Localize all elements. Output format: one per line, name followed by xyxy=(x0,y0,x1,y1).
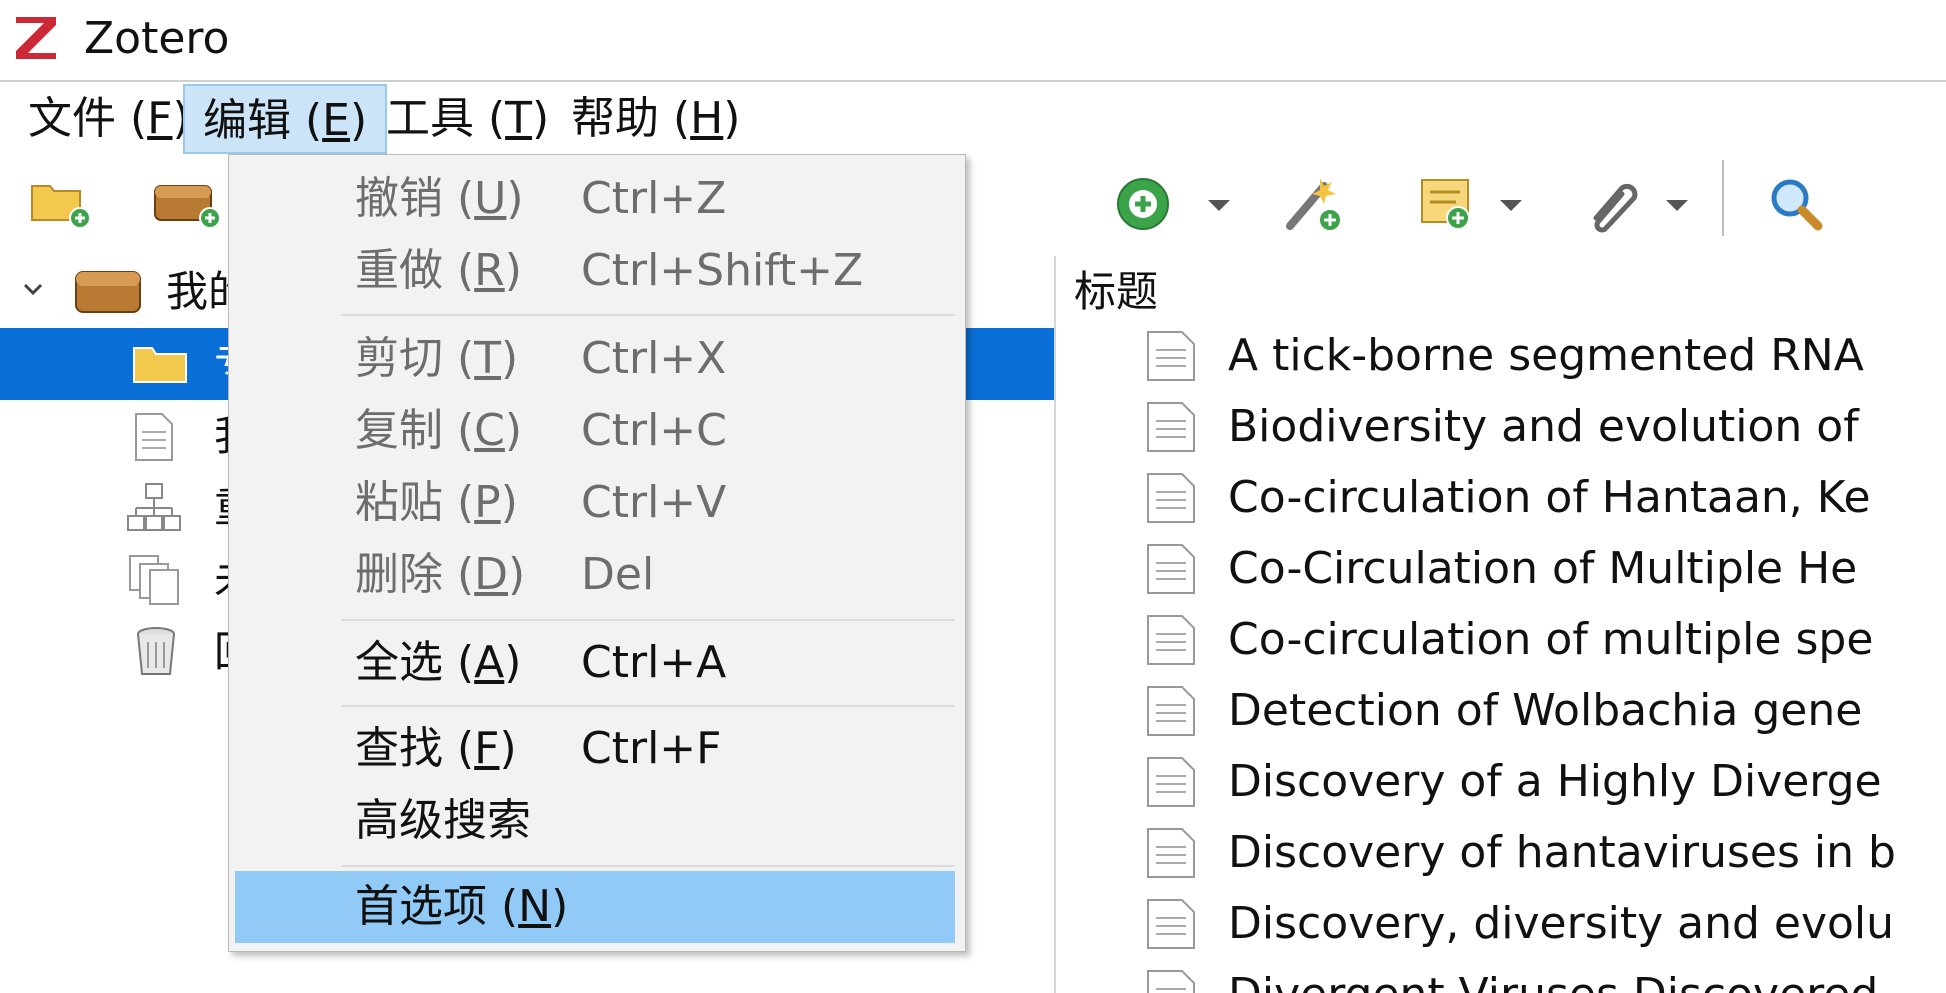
item-title: Discovery of hantaviruses in b xyxy=(1228,827,1896,878)
item-title: Co-circulation of Hantaan, Ke xyxy=(1228,472,1871,523)
attachment-dropdown-icon[interactable] xyxy=(1666,200,1688,211)
duplicates-tree-icon xyxy=(127,483,181,531)
table-row[interactable]: Discovery of hantaviruses in b xyxy=(1058,817,1946,888)
document-icon xyxy=(1147,686,1195,736)
table-row[interactable]: Discovery, diversity and evolu xyxy=(1058,888,1946,959)
new-note-icon[interactable] xyxy=(1418,174,1482,234)
item-title: Co-Circulation of Multiple He xyxy=(1228,543,1858,594)
menu-item-copy[interactable]: 复制 (C) Ctrl+C xyxy=(229,395,965,467)
table-row[interactable]: Discovery of a Highly Diverge xyxy=(1058,746,1946,817)
document-icon xyxy=(1147,473,1195,523)
menu-item-cut[interactable]: 剪切 (T) Ctrl+X xyxy=(229,323,965,395)
item-title: Detection of Wolbachia gene xyxy=(1228,685,1863,736)
item-title: Discovery of a Highly Diverge xyxy=(1228,756,1882,807)
menu-item-paste[interactable]: 粘贴 (P) Ctrl+V xyxy=(229,467,965,539)
document-icon xyxy=(1147,828,1195,878)
menu-separator xyxy=(341,705,955,707)
items-pane: 标题 A tick-borne segmented RNA Biodiversi… xyxy=(1058,256,1946,993)
attachment-icon[interactable] xyxy=(1582,174,1642,234)
menu-item-advanced-search[interactable]: 高级搜索 xyxy=(229,785,965,857)
menu-item-find[interactable]: 查找 (F) Ctrl+F xyxy=(229,713,965,785)
new-collection-icon[interactable] xyxy=(30,178,92,228)
menu-separator xyxy=(341,865,955,867)
item-title: Divergent Viruses Discovered xyxy=(1228,959,1878,993)
new-note-dropdown-icon[interactable] xyxy=(1500,200,1522,211)
menu-file[interactable]: 文件 (F) xyxy=(10,84,208,154)
new-item-icon[interactable] xyxy=(1113,174,1173,234)
item-title: Co-circulation of multiple spe xyxy=(1228,614,1874,665)
document-icon xyxy=(1147,757,1195,807)
menu-item-undo[interactable]: 撤销 (U) Ctrl+Z xyxy=(229,163,965,235)
table-row[interactable]: Co-circulation of multiple spe xyxy=(1058,604,1946,675)
menu-bar: 文件 (F) 编辑 (E) 工具 (T) 帮助 (H) xyxy=(10,84,1946,154)
menu-help[interactable]: 帮助 (H) xyxy=(553,84,758,154)
document-icon xyxy=(1147,615,1195,665)
unfiled-items-icon xyxy=(129,555,179,605)
app-title: Zotero xyxy=(84,13,230,64)
toolbar-separator xyxy=(1722,160,1724,236)
document-icon xyxy=(1147,899,1195,949)
table-row[interactable]: Biodiversity and evolution of xyxy=(1058,391,1946,462)
new-item-dropdown-icon[interactable] xyxy=(1208,200,1230,211)
zotero-logo-icon xyxy=(16,17,56,59)
menu-separator xyxy=(341,619,955,621)
trash-icon xyxy=(137,627,175,675)
menu-item-preferences[interactable]: 首选项 (N) xyxy=(235,871,955,943)
add-by-identifier-icon[interactable] xyxy=(1280,170,1348,236)
library-icon xyxy=(75,271,141,313)
table-row[interactable]: Detection of Wolbachia gene xyxy=(1058,675,1946,746)
document-icon xyxy=(1147,331,1195,381)
table-row[interactable]: Co-circulation of Hantaan, Ke xyxy=(1058,462,1946,533)
edit-menu-dropdown: 撤销 (U) Ctrl+Z 重做 (R) Ctrl+Shift+Z 剪切 (T)… xyxy=(228,154,966,952)
menu-tools[interactable]: 工具 (T) xyxy=(368,84,567,154)
document-icon xyxy=(1147,402,1195,452)
column-header-title[interactable]: 标题 xyxy=(1074,264,1158,320)
document-icon xyxy=(135,413,173,461)
table-row[interactable]: Co-Circulation of Multiple He xyxy=(1058,533,1946,604)
menu-item-delete[interactable]: 删除 (D) Del xyxy=(229,539,965,611)
menu-item-redo[interactable]: 重做 (R) Ctrl+Shift+Z xyxy=(229,235,965,307)
menu-item-select-all[interactable]: 全选 (A) Ctrl+A xyxy=(229,627,965,699)
folder-icon xyxy=(133,347,187,383)
item-title: A tick-borne segmented RNA xyxy=(1228,330,1864,381)
item-title: Biodiversity and evolution of xyxy=(1228,401,1859,452)
menu-edit[interactable]: 编辑 (E) xyxy=(183,84,388,154)
item-title: Discovery, diversity and evolu xyxy=(1228,898,1895,949)
document-icon xyxy=(1147,970,1195,993)
new-library-icon[interactable] xyxy=(152,178,224,228)
table-row[interactable]: A tick-borne segmented RNA xyxy=(1058,320,1946,391)
table-row[interactable]: Divergent Viruses Discovered xyxy=(1058,959,1946,993)
menu-separator xyxy=(341,314,955,316)
search-icon[interactable] xyxy=(1766,174,1826,234)
document-icon xyxy=(1147,544,1195,594)
chevron-down-icon[interactable] xyxy=(22,278,44,300)
title-bar: Zotero xyxy=(0,0,1946,82)
